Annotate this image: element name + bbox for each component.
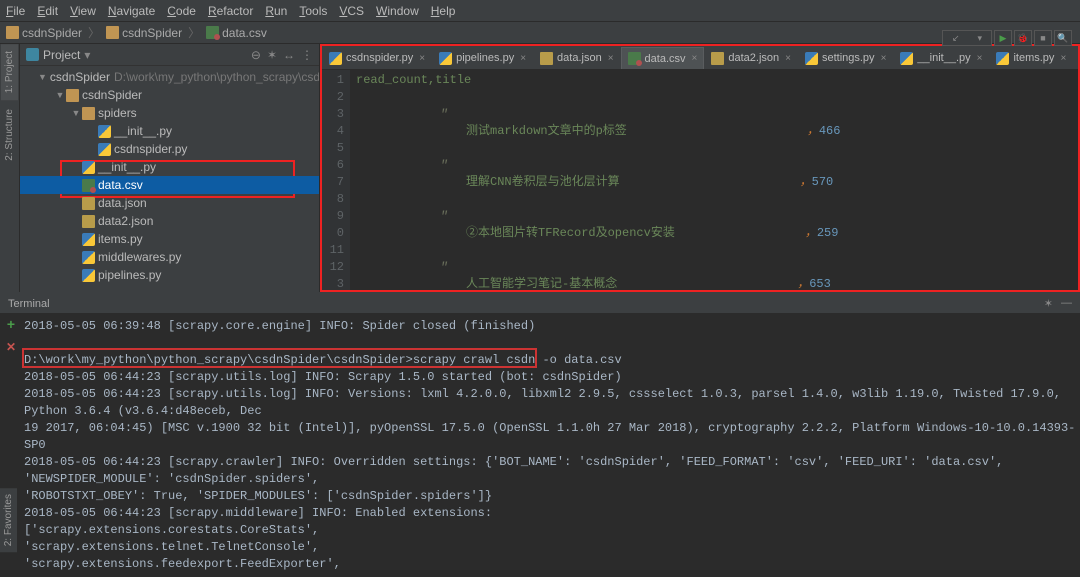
tree-item[interactable]: ▼spiders	[20, 104, 319, 122]
breadcrumb: csdnSpider 〉 csdnSpider 〉 data.csv	[0, 22, 1080, 44]
tab-favorites[interactable]: 2: Favorites	[0, 488, 17, 552]
term-add-icon[interactable]: +	[7, 318, 15, 334]
run-button[interactable]: ▶	[994, 30, 1012, 46]
menu-edit[interactable]: Edit	[37, 4, 58, 18]
term-gear-icon[interactable]: ✶	[1044, 297, 1053, 310]
tab-project[interactable]: 1: Project	[1, 44, 18, 100]
stop-button[interactable]: ■	[1034, 30, 1052, 46]
tab-structure[interactable]: 2: Structure	[1, 102, 18, 168]
collapse-icon[interactable]: ⊖	[251, 48, 261, 62]
menu-help[interactable]: Help	[431, 4, 456, 18]
terminal-line: 2018-05-05 06:44:23 [scrapy.crawler] INF…	[24, 454, 1078, 488]
menu-window[interactable]: Window	[376, 4, 419, 18]
terminal-line: 2018-05-05 06:44:23 [scrapy.utils.log] I…	[24, 386, 1078, 420]
menu-code[interactable]: Code	[167, 4, 196, 18]
terminal-line: 2018-05-05 06:44:23 [scrapy.middleware] …	[24, 505, 1078, 522]
hide-icon[interactable]: ↔	[283, 48, 295, 62]
editor-tab[interactable]: csdnspider.py×	[322, 47, 432, 69]
editor-tab[interactable]: pipelines.py×	[432, 47, 533, 69]
close-icon[interactable]: ×	[692, 53, 698, 64]
tree-item[interactable]: csdnspider.py	[20, 140, 319, 158]
terminal-line: 'ROBOTSTXT_OBEY': True, 'SPIDER_MODULES'…	[24, 488, 1078, 505]
terminal-line: 19 2017, 06:04:45) [MSC v.1900 32 bit (I…	[24, 420, 1078, 454]
menu-run[interactable]: Run	[265, 4, 287, 18]
editor-tab[interactable]: data2.json×	[704, 47, 798, 69]
terminal-line: ['scrapy.extensions.corestats.CoreStats'…	[24, 522, 1078, 539]
tree-item[interactable]: data2.json	[20, 212, 319, 230]
editor-gutter: 123456789011123	[322, 70, 350, 290]
tree-item[interactable]: ▼csdnSpiderD:\work\my_python\python_scra…	[20, 68, 319, 86]
tree-item[interactable]: __init__.py	[20, 158, 319, 176]
close-icon[interactable]: ×	[520, 53, 526, 64]
debug-button[interactable]: 🐞	[1014, 30, 1032, 46]
left-gutter: 1: Project 2: Structure	[0, 44, 20, 292]
tree-item[interactable]: items.py	[20, 230, 319, 248]
more-icon[interactable]: ⋮	[301, 48, 313, 62]
terminal-line: 'scrapy.extensions.telnet.TelnetConsole'…	[24, 539, 1078, 556]
project-title: Project	[43, 48, 80, 62]
editor-code[interactable]: read_count,title"测试markdown文章中的p标签，466"理…	[350, 70, 1078, 290]
tree-item[interactable]: __init__.py	[20, 122, 319, 140]
tree-item[interactable]: middlewares.py	[20, 248, 319, 266]
close-icon[interactable]: ×	[1060, 53, 1066, 64]
editor-tab[interactable]: data.csv×	[621, 47, 705, 69]
menu-navigate[interactable]: Navigate	[108, 4, 155, 18]
breadcrumb-file[interactable]: data.csv	[206, 26, 267, 40]
terminal-output[interactable]: 2018-05-05 06:39:48 [scrapy.core.engine]…	[22, 314, 1080, 577]
terminal-pane: Terminal ✶ — + ✕ 2018-05-05 06:39:48 [sc…	[0, 292, 1080, 577]
editor-tab[interactable]: settings.py×	[798, 47, 893, 69]
search-button[interactable]: 🔍	[1054, 30, 1072, 46]
close-icon[interactable]: ×	[881, 53, 887, 64]
editor-tabs: csdnspider.py×pipelines.py×data.json×dat…	[322, 46, 1078, 70]
run-config[interactable]: ↙▾	[942, 30, 992, 46]
breadcrumb-root[interactable]: csdnSpider	[6, 26, 82, 40]
close-icon[interactable]: ×	[608, 53, 614, 64]
menu-bar: File Edit View Navigate Code Refactor Run Tools…	[0, 0, 1080, 22]
menu-view[interactable]: View	[70, 4, 96, 18]
tree-item[interactable]: pipelines.py	[20, 266, 319, 284]
menu-tools[interactable]: Tools	[299, 4, 327, 18]
menu-file[interactable]: File	[6, 4, 25, 18]
gear-icon[interactable]: ✶	[267, 48, 277, 62]
editor-tab[interactable]: __init__.py×	[893, 47, 989, 69]
term-hide-icon[interactable]: —	[1061, 297, 1072, 310]
menu-refactor[interactable]: Refactor	[208, 4, 253, 18]
terminal-title: Terminal	[8, 298, 50, 310]
editor-tab[interactable]: items.py×	[989, 47, 1073, 69]
menu-vcs[interactable]: VCS	[339, 4, 364, 18]
close-icon[interactable]: ×	[977, 53, 983, 64]
tree-item[interactable]: data.csv	[20, 176, 319, 194]
close-icon[interactable]: ×	[785, 53, 791, 64]
terminal-line: 2018-05-05 06:44:23 [scrapy.utils.log] I…	[24, 369, 1078, 386]
breadcrumb-pkg[interactable]: csdnSpider	[106, 26, 182, 40]
tree-item[interactable]: data.json	[20, 194, 319, 212]
editor-tab[interactable]: data.json×	[533, 47, 621, 69]
editor-area: ↙▾ ▶ 🐞 ■ 🔍 csdnspider.py×pipelines.py×da…	[320, 44, 1080, 292]
terminal-line: 2018-05-05 06:39:48 [scrapy.core.engine]…	[24, 318, 1078, 335]
project-tree[interactable]: ▼csdnSpiderD:\work\my_python\python_scra…	[20, 66, 319, 286]
terminal-line: 'scrapy.extensions.feedexport.FeedExport…	[24, 556, 1078, 573]
tree-item[interactable]: ▼csdnSpider	[20, 86, 319, 104]
term-close-icon[interactable]: ✕	[6, 340, 16, 355]
close-icon[interactable]: ×	[419, 53, 425, 64]
project-pane: Project▾ ⊖ ✶ ↔ ⋮ ▼csdnSpiderD:\work\my_p…	[20, 44, 320, 292]
